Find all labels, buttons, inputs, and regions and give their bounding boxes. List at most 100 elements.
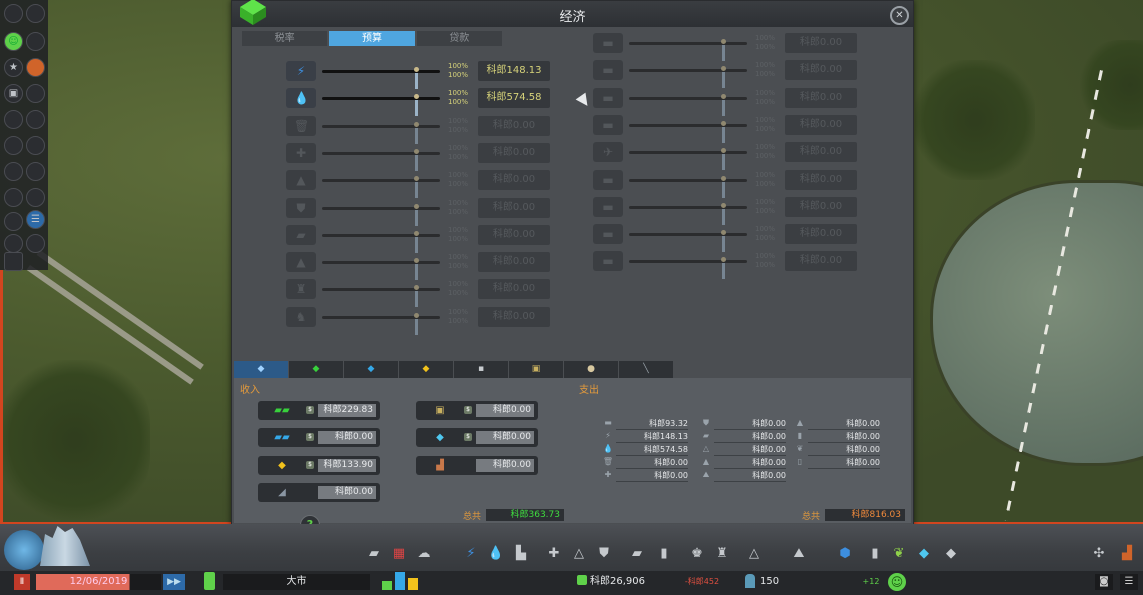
monorail-icon-button[interactable]: ▬ (593, 196, 623, 217)
info-view-button[interactable]: ☰ (26, 210, 45, 229)
slider-handle[interactable] (414, 312, 419, 335)
water-icon[interactable]: 💧 (487, 545, 505, 563)
police-icon[interactable]: ⛊ (595, 545, 613, 563)
slider-handle[interactable] (414, 67, 419, 89)
info-view-button[interactable] (4, 110, 23, 129)
income-office[interactable]: ◢ 科郎0.00 (258, 483, 380, 502)
close-button[interactable]: ✕ (890, 6, 909, 25)
info-view-button[interactable] (26, 58, 45, 77)
slider-handle[interactable] (721, 175, 726, 198)
slider-handle[interactable] (414, 230, 419, 253)
districts-icon[interactable]: ☁ (415, 545, 433, 563)
zoning-icon[interactable]: ▦ (390, 545, 408, 563)
garbage-icon[interactable]: ▙ (512, 545, 530, 563)
income-commercial[interactable]: ▰▰ $ 科郎0.00 (258, 428, 380, 447)
chirper-icon[interactable]: ▟ (1118, 545, 1136, 563)
parks-icon[interactable]: ⛰ (790, 545, 808, 563)
subtab-services[interactable]: ● (564, 361, 618, 378)
unique-buildings-icon[interactable]: △ (745, 545, 763, 563)
city-name[interactable]: 大市 (223, 574, 370, 590)
transport-lines-icon[interactable]: ◆ (915, 545, 933, 563)
tram-icon-button[interactable]: ▬ (593, 60, 623, 81)
info-view-button[interactable] (26, 110, 45, 129)
fire-icon[interactable]: △ (570, 545, 588, 563)
budget-slider[interactable] (629, 202, 747, 225)
ship-icon-button[interactable]: ▬ (593, 114, 623, 135)
slider-handle[interactable] (721, 120, 726, 143)
budget-slider[interactable] (629, 230, 747, 253)
plane-icon-button[interactable]: ✈ (593, 142, 623, 163)
budget-slider[interactable] (322, 148, 440, 171)
city-overview-globe-icon[interactable] (4, 530, 44, 570)
menu-icon[interactable]: ☰ (1120, 574, 1138, 590)
milestones-icon[interactable]: ❦ (890, 545, 908, 563)
slider-handle[interactable] (721, 257, 726, 280)
police-icon-button[interactable]: ⛊ (286, 197, 316, 218)
info-view-button[interactable] (26, 32, 45, 51)
electricity-icon[interactable]: ⚡ (462, 545, 480, 563)
info-view-button[interactable] (4, 188, 23, 207)
bulldozer-icon[interactable]: ◆ (942, 545, 960, 563)
slider-handle[interactable] (721, 93, 726, 116)
healthcare-icon-button[interactable]: ✚ (286, 142, 316, 163)
budget-slider[interactable] (322, 121, 440, 144)
income-public-transport[interactable]: ▣ $ 科郎0.00 (416, 401, 538, 420)
info-view-button[interactable] (4, 162, 23, 181)
info-view-button[interactable] (26, 162, 45, 181)
tab-budget[interactable]: 预算 (329, 31, 415, 46)
slider-handle[interactable] (721, 148, 726, 171)
budget-slider[interactable] (629, 93, 747, 116)
monuments-icon[interactable]: ♚ (688, 545, 706, 563)
info-view-button[interactable] (4, 252, 23, 271)
landmark-icon-button[interactable]: ♜ (286, 279, 316, 300)
slider-handle[interactable] (414, 176, 419, 199)
panel-header[interactable]: 经济 ✕ (232, 0, 913, 27)
move-camera-icon[interactable]: ✣ (1090, 545, 1108, 563)
budget-slider[interactable] (322, 67, 440, 89)
budget-slider[interactable] (629, 39, 747, 61)
income-industry[interactable]: ▟ 科郎0.00 (416, 456, 538, 475)
budget-slider[interactable] (629, 148, 747, 171)
budget-slider[interactable] (322, 285, 440, 308)
info-view-button[interactable] (4, 234, 23, 253)
info-view-button[interactable] (26, 234, 45, 253)
subtab-industrial[interactable]: ◆ (399, 361, 453, 378)
fire-icon-button[interactable]: ▲ (286, 170, 316, 191)
tab-loans[interactable]: 贷款 (416, 31, 502, 46)
monument-icon-button[interactable]: ▲ (286, 252, 316, 273)
subtab-office[interactable]: ▪ (454, 361, 508, 378)
budget-slider[interactable] (629, 66, 747, 89)
garbage-icon-button[interactable]: 🗑 (286, 115, 316, 136)
budget-slider[interactable] (322, 203, 440, 226)
info-view-button[interactable] (26, 188, 45, 207)
budget-slider[interactable] (322, 176, 440, 199)
speed-button[interactable]: ▶▶ (163, 574, 185, 590)
income-residential[interactable]: ▰▰ $ 科郎229.83 (258, 401, 380, 420)
traffic-icon[interactable]: ▣ (4, 84, 23, 103)
industry-icon-button[interactable]: ♞ (286, 306, 316, 327)
info-view-button[interactable] (26, 136, 45, 155)
happiness-icon[interactable]: ☺ (4, 32, 23, 51)
public-transport-icon[interactable]: ▮ (655, 545, 673, 563)
subtab-roads[interactable]: ╲ (619, 361, 673, 378)
slider-handle[interactable] (721, 202, 726, 225)
income-industrial[interactable]: ◆ $ 科郎133.90 (258, 456, 380, 475)
roads-icon[interactable]: ▰ (365, 545, 383, 563)
budget-slider[interactable] (322, 312, 440, 335)
healthcare-icon[interactable]: ✚ (545, 545, 563, 563)
subtab-commercial[interactable]: ◆ (344, 361, 398, 378)
star-icon[interactable]: ★ (4, 58, 23, 77)
happiness-face-icon[interactable]: ☺ (888, 573, 906, 591)
tab-taxes[interactable]: 税率 (242, 31, 328, 46)
slider-handle[interactable] (414, 94, 419, 117)
budget-slider[interactable] (629, 120, 747, 143)
slider-handle[interactable] (414, 203, 419, 226)
bus-icon-button[interactable]: ▬ (593, 33, 623, 53)
budget-slider[interactable] (322, 94, 440, 117)
info-view-button[interactable] (4, 136, 23, 155)
ferry-icon-button[interactable]: ▬ (593, 169, 623, 190)
water-icon-button[interactable]: 💧 (286, 88, 316, 109)
subtab-residential[interactable]: ◆ (289, 361, 343, 378)
subtab-transport[interactable]: ▣ (509, 361, 563, 378)
cable-car-icon-button[interactable]: ▬ (593, 224, 623, 245)
